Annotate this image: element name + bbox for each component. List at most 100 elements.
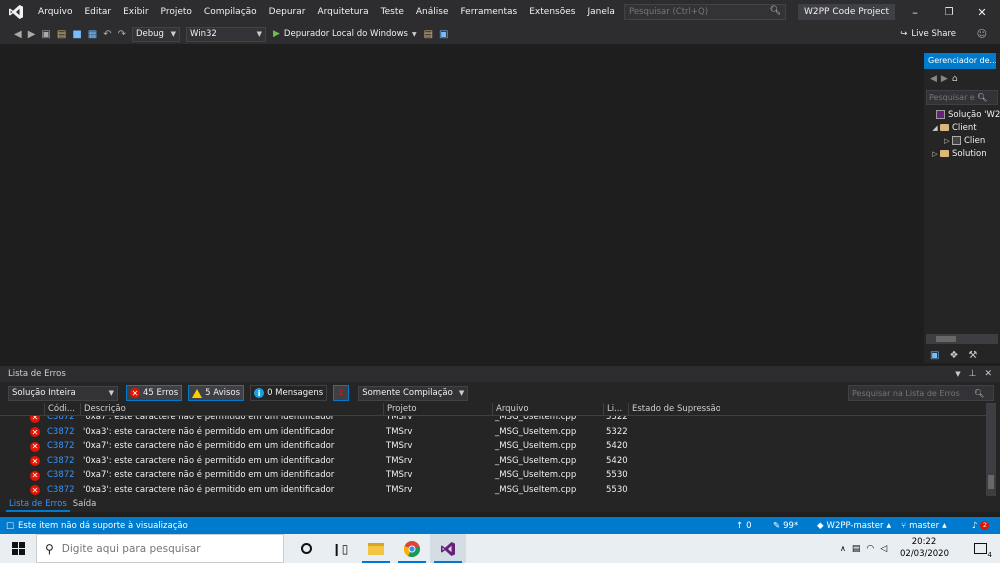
column-header-line[interactable]: Li...: [603, 403, 628, 416]
column-header-suppression[interactable]: Estado de Supressão: [628, 403, 720, 416]
action-center-button[interactable]: 4: [962, 534, 998, 563]
tab-output[interactable]: Saída: [70, 497, 100, 512]
new-project-icon[interactable]: ▣: [38, 24, 53, 44]
tree-item-solution[interactable]: Solução 'W2: [926, 108, 1000, 121]
start-button[interactable]: [0, 534, 36, 563]
platform-select[interactable]: Win32 ▼: [186, 26, 266, 42]
feedback-icon[interactable]: ☺: [974, 24, 990, 44]
collapsed-arrow-icon[interactable]: ▷: [930, 150, 940, 158]
task-view-button[interactable]: ❙▯: [322, 534, 358, 563]
back-icon[interactable]: ◀: [930, 74, 937, 84]
filter-toggle-button[interactable]: ⧖: [333, 385, 350, 401]
editor-area[interactable]: [0, 44, 922, 364]
menu-item-arquitetura[interactable]: Arquitetura: [311, 0, 374, 24]
tab-error-list[interactable]: Lista de Erros: [6, 497, 70, 512]
forward-icon[interactable]: ▶: [941, 74, 948, 84]
search-icon[interactable]: 🔍︎: [977, 93, 987, 102]
search-icon[interactable]: 🔍︎: [974, 389, 984, 398]
menu-item-exibir[interactable]: Exibir: [117, 0, 154, 24]
scrollbar-thumb[interactable]: [988, 475, 994, 489]
menu-item-projeto[interactable]: Projeto: [155, 0, 198, 24]
cortana-button[interactable]: [288, 534, 324, 563]
table-row[interactable]: ✕ C3872 '0xa7': este caractere não é per…: [0, 416, 986, 425]
error-code[interactable]: C3872: [44, 439, 80, 454]
team-explorer-icon[interactable]: ❖: [949, 350, 958, 361]
error-code[interactable]: C3872: [44, 425, 80, 440]
configuration-select[interactable]: Debug ▼: [132, 26, 180, 42]
save-icon[interactable]: ■: [69, 24, 84, 44]
table-row[interactable]: ✕ C3872 '0xa3': este caractere não é per…: [0, 483, 986, 497]
menu-item-editar[interactable]: Editar: [78, 0, 117, 24]
error-code[interactable]: C3872: [44, 416, 80, 425]
volume-icon[interactable]: ◁: [880, 544, 887, 554]
minimize-button[interactable]: –: [899, 0, 931, 24]
collapsed-arrow-icon[interactable]: ▷: [942, 137, 952, 145]
column-header-file[interactable]: Arquivo: [492, 403, 603, 416]
error-list-search-input[interactable]: [849, 388, 974, 398]
table-row[interactable]: ✕ C3872 '0xa3': este caractere não é per…: [0, 425, 986, 440]
save-all-icon[interactable]: ▦: [85, 24, 100, 44]
visual-studio-taskbar-button[interactable]: [430, 534, 466, 563]
repository-status[interactable]: ◆ W2PP-master ▲: [817, 517, 891, 534]
menu-item-extensoes[interactable]: Extensões: [523, 0, 581, 24]
column-header-project[interactable]: Projeto: [383, 403, 492, 416]
start-debugging-button[interactable]: ▶ Depurador Local do Windows ▼: [269, 29, 421, 39]
pin-icon[interactable]: ⊥: [969, 369, 977, 379]
tree-item-client-folder[interactable]: ◢ Client: [930, 121, 976, 134]
pending-changes-status[interactable]: ✎ 99*: [773, 517, 798, 534]
expanded-arrow-icon[interactable]: ◢: [930, 124, 940, 132]
table-row[interactable]: ✕ C3872 '0xa7': este caractere não é per…: [0, 468, 986, 483]
column-header-code[interactable]: Códi...: [44, 403, 80, 416]
error-code[interactable]: C3872: [44, 454, 80, 469]
tree-item-solution-folder[interactable]: ▷ Solution: [930, 147, 986, 160]
scrollbar-thumb[interactable]: [936, 336, 956, 342]
branch-status[interactable]: ⑂ master ▲: [901, 517, 947, 534]
scope-select[interactable]: Solução Inteira ▼: [8, 385, 118, 401]
solution-explorer-tab[interactable]: Gerenciador de...: [924, 53, 996, 69]
errors-filter-button[interactable]: ✕ 45 Erros: [126, 385, 183, 401]
file-explorer-taskbar-button[interactable]: [358, 534, 394, 563]
home-icon[interactable]: ⌂: [952, 74, 958, 84]
menu-item-analise[interactable]: Análise: [410, 0, 455, 24]
error-code[interactable]: C3872: [44, 483, 80, 497]
taskbar-search-input[interactable]: [61, 542, 262, 555]
chrome-taskbar-button[interactable]: [394, 534, 430, 563]
errors-status[interactable]: ↑ 0: [736, 517, 752, 534]
messages-filter-button[interactable]: i 0 Mensagens: [250, 385, 328, 401]
restore-button[interactable]: ❐: [933, 0, 965, 24]
warnings-filter-button[interactable]: 5 Avisos: [188, 385, 245, 401]
close-icon[interactable]: ✕: [984, 369, 992, 379]
properties-wrench-icon[interactable]: ⚒: [968, 350, 977, 361]
show-hidden-icons-chevron-icon[interactable]: ∧: [840, 544, 846, 553]
solution-explorer-search-input[interactable]: [927, 93, 977, 102]
notifications-status[interactable]: ♪ 2: [972, 517, 990, 534]
tree-item-client-project[interactable]: ▷ Clien: [942, 134, 985, 147]
table-row[interactable]: ✕ C3872 '0xa7': este caractere não é per…: [0, 439, 986, 454]
menu-item-teste[interactable]: Teste: [375, 0, 410, 24]
search-icon[interactable]: 🔍︎: [770, 6, 781, 16]
close-button[interactable]: ✕: [966, 0, 998, 24]
horizontal-scrollbar[interactable]: [926, 334, 998, 344]
open-folder-icon[interactable]: ▤: [54, 24, 69, 44]
menu-item-depurar[interactable]: Depurar: [263, 0, 312, 24]
wifi-icon[interactable]: ◠: [866, 544, 874, 554]
redo-icon[interactable]: ↷: [115, 24, 129, 44]
back-icon[interactable]: ◀: [0, 24, 25, 44]
build-filter-select[interactable]: Somente Compilação ▼: [358, 385, 469, 401]
solution-explorer-icon[interactable]: ▣: [930, 350, 939, 361]
menu-item-compilacao[interactable]: Compilação: [198, 0, 263, 24]
column-header-description[interactable]: Descrição: [80, 403, 383, 416]
attach-icon[interactable]: ▤: [421, 24, 436, 44]
error-code[interactable]: C3872: [44, 468, 80, 483]
table-row[interactable]: ✕ C3872 '0xa3': este caractere não é per…: [0, 454, 986, 469]
network-icon[interactable]: ▤: [852, 544, 861, 554]
taskbar-clock[interactable]: 20:22 02/03/2020: [900, 536, 949, 560]
live-share-button[interactable]: ↪ Live Share: [900, 24, 956, 44]
menu-item-arquivo[interactable]: Arquivo: [32, 0, 78, 24]
menu-item-ferramentas[interactable]: Ferramentas: [455, 0, 524, 24]
chevron-down-icon[interactable]: ▼: [955, 370, 960, 378]
undo-icon[interactable]: ↶: [100, 24, 114, 44]
diagnostic-icon[interactable]: ▣: [436, 24, 451, 44]
menu-item-janela[interactable]: Janela: [581, 0, 620, 24]
vertical-scrollbar[interactable]: [986, 403, 996, 496]
